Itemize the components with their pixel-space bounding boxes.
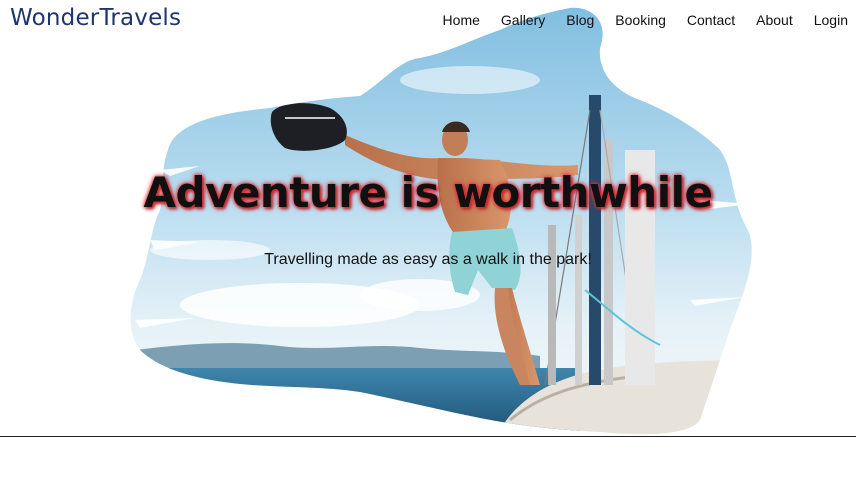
top-navbar: WonderTravels Home Gallery Blog Booking … <box>0 0 856 42</box>
hero-brush-image <box>130 7 752 435</box>
nav-contact[interactable]: Contact <box>687 12 735 28</box>
section-divider <box>0 436 856 437</box>
nav-login[interactable]: Login <box>814 12 848 28</box>
nav-booking[interactable]: Booking <box>615 12 666 28</box>
main-nav: Home Gallery Blog Booking Contact About … <box>422 12 848 28</box>
hero-subtitle: Travelling made as easy as a walk in the… <box>264 251 592 268</box>
nav-blog[interactable]: Blog <box>566 12 594 28</box>
hero-title: Adventure is worthwhile <box>143 168 713 217</box>
brand-logo[interactable]: WonderTravels <box>10 5 181 31</box>
nav-about[interactable]: About <box>756 12 793 28</box>
nav-home[interactable]: Home <box>443 12 480 28</box>
nav-gallery[interactable]: Gallery <box>501 12 545 28</box>
hero-section: Adventure is worthwhile Travelling made … <box>0 0 856 437</box>
